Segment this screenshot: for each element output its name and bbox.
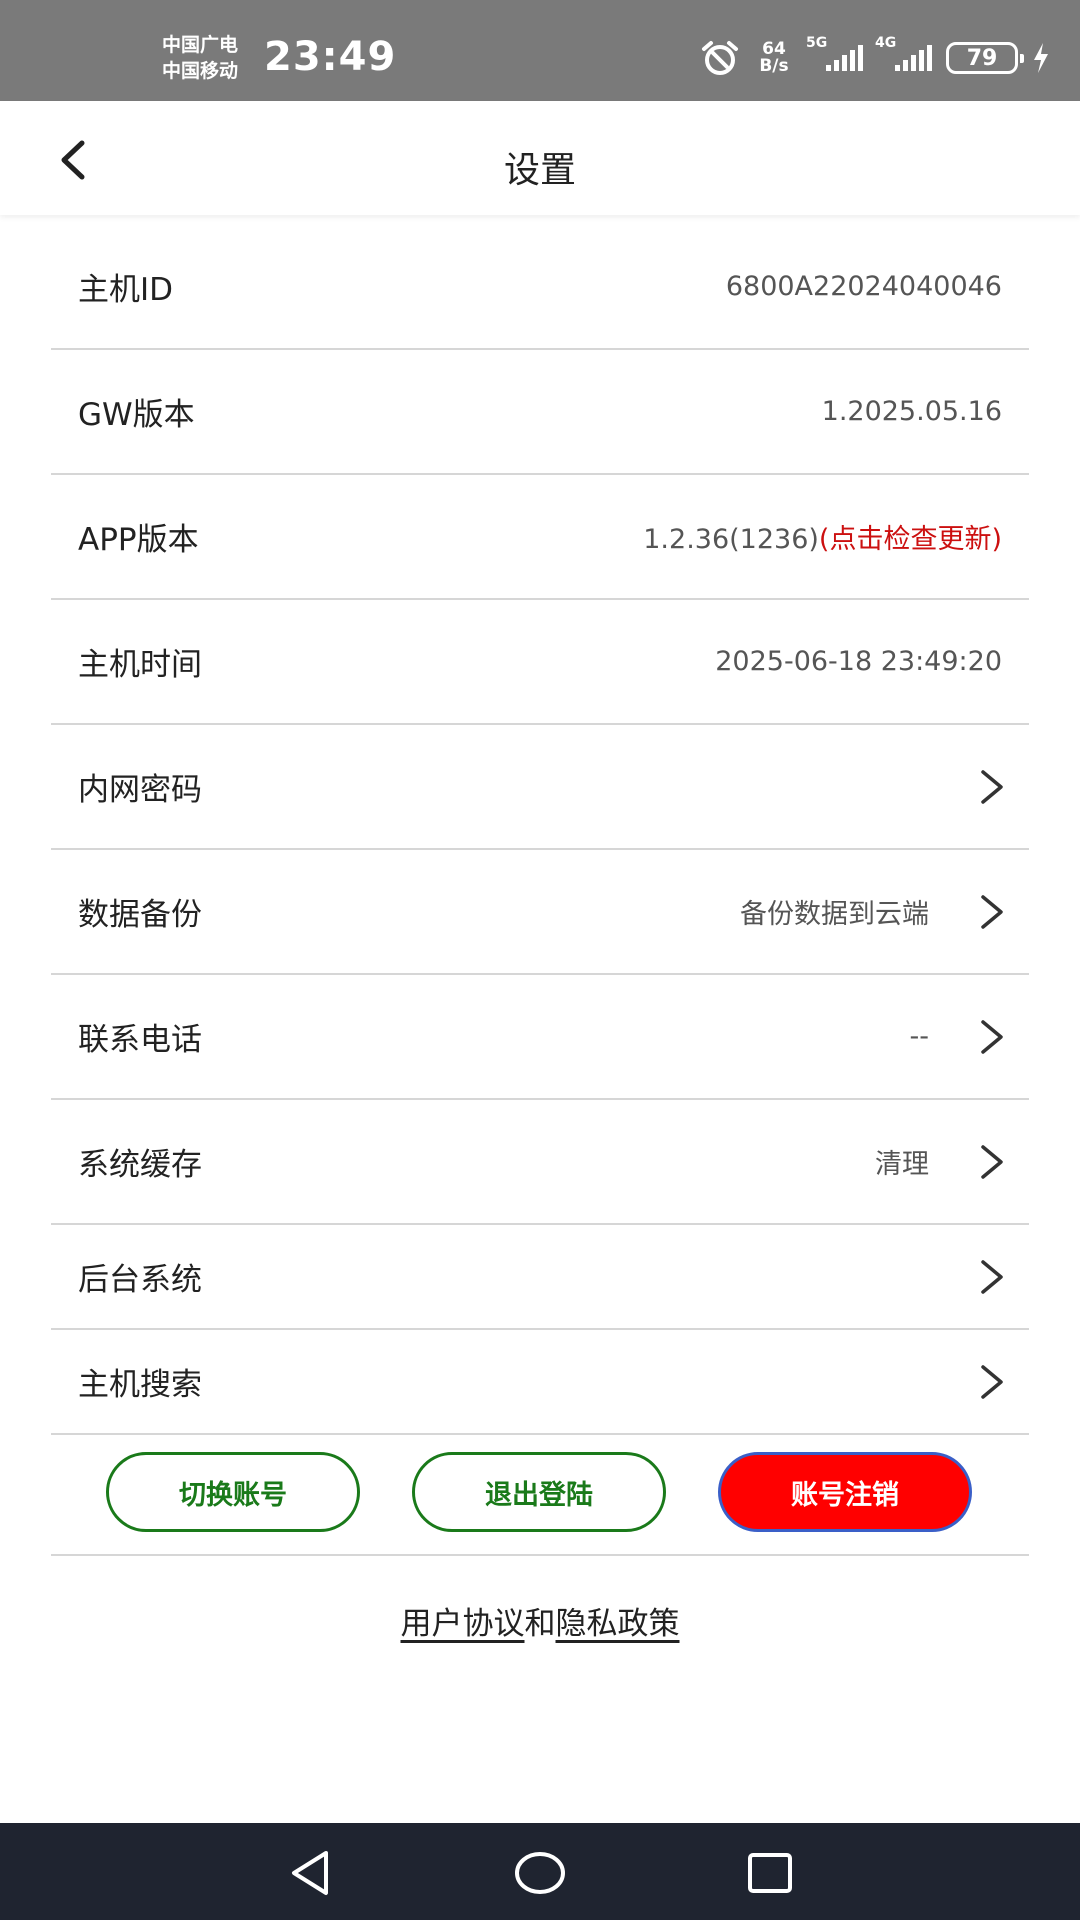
row-label: 主机搜索 <box>78 1367 202 1403</box>
row-value: 清理 <box>875 1149 929 1180</box>
row-value: 2025-06-18 23:49:20 <box>715 646 1002 677</box>
signal-4g-icon: 4G <box>875 35 932 71</box>
carrier-names: 中国广电 中国移动 <box>162 32 238 84</box>
policy-links: 用户协议和隐私政策 <box>0 1598 1080 1643</box>
battery-icon: 79 <box>946 42 1024 74</box>
row-host-time: 主机时间 2025-06-18 23:49:20 <box>51 600 1029 725</box>
row-label: 后台系统 <box>78 1262 202 1298</box>
triangle-back-icon <box>292 1851 328 1895</box>
charging-icon <box>1032 42 1050 74</box>
chevron-right-icon <box>981 1259 1003 1294</box>
nav-home-button[interactable] <box>512 1845 568 1901</box>
user-agreement-link[interactable]: 用户协议 <box>401 1606 525 1642</box>
chevron-right-icon <box>981 1144 1003 1179</box>
row-contact-phone[interactable]: 联系电话 -- <box>51 975 1029 1100</box>
chevron-right-icon <box>981 894 1003 929</box>
logout-button[interactable]: 退出登陆 <box>412 1452 666 1532</box>
row-value: 备份数据到云端 <box>740 899 929 930</box>
policy-conjunction: 和 <box>524 1606 556 1642</box>
row-label: 主机ID <box>78 272 174 308</box>
row-host-id: 主机ID 6800A22024040046 <box>51 225 1029 350</box>
switch-account-button[interactable]: 切换账号 <box>106 1452 360 1532</box>
row-value: 1.2.36(1236)(点击检查更新) <box>643 517 1002 556</box>
app-header: 设置 <box>0 101 1080 215</box>
signal-5g-label: 5G <box>806 35 828 51</box>
carrier-1: 中国广电 <box>162 34 239 56</box>
status-icons: 64 B/s 5G 4G 79 <box>700 35 1050 80</box>
row-value: -- <box>909 1021 930 1052</box>
row-label: 主机时间 <box>78 647 202 683</box>
row-gw-version: GW版本 1.2025.05.16 <box>51 350 1029 475</box>
system-nav-bar <box>0 1823 1080 1920</box>
privacy-policy-link[interactable]: 隐私政策 <box>556 1606 680 1642</box>
row-value: 1.2025.05.16 <box>821 396 1002 427</box>
row-data-backup[interactable]: 数据备份 备份数据到云端 <box>51 850 1029 975</box>
row-label: 数据备份 <box>78 897 202 933</box>
settings-list: 主机ID 6800A22024040046 GW版本 1.2025.05.16 … <box>51 225 1029 1435</box>
check-update-link[interactable]: (点击检查更新) <box>819 524 1002 555</box>
row-label: 内网密码 <box>78 772 202 808</box>
row-host-search[interactable]: 主机搜索 <box>51 1330 1029 1435</box>
delete-account-button[interactable]: 账号注销 <box>718 1452 972 1532</box>
carrier-2: 中国移动 <box>162 60 239 82</box>
signal-5g-icon: 5G <box>806 35 863 71</box>
chevron-right-icon <box>981 1019 1003 1054</box>
row-label: APP版本 <box>78 522 199 558</box>
alarm-icon <box>700 39 740 77</box>
chevron-right-icon <box>981 1364 1003 1399</box>
page-title: 设置 <box>503 150 576 191</box>
chevron-right-icon <box>981 769 1003 804</box>
row-label: 系统缓存 <box>78 1147 202 1183</box>
row-label: 联系电话 <box>78 1022 202 1058</box>
row-label: GW版本 <box>78 397 195 433</box>
row-system-cache[interactable]: 系统缓存 清理 <box>51 1100 1029 1225</box>
row-app-version[interactable]: APP版本 1.2.36(1236)(点击检查更新) <box>51 475 1029 600</box>
net-speed-unit: B/s <box>759 56 789 76</box>
battery-level: 79 <box>966 45 998 71</box>
row-lan-password[interactable]: 内网密码 <box>51 725 1029 850</box>
nav-back-button[interactable] <box>282 1845 338 1901</box>
status-clock: 23:49 <box>264 34 397 80</box>
signal-4g-label: 4G <box>875 35 897 51</box>
net-speed: 64 B/s <box>754 41 794 75</box>
app-version-value: 1.2.36(1236) <box>643 524 819 555</box>
row-admin-system[interactable]: 后台系统 <box>51 1225 1029 1330</box>
account-actions: 切换账号 退出登陆 账号注销 <box>51 1430 1029 1556</box>
square-recents-icon <box>748 1853 792 1893</box>
nav-recents-button[interactable] <box>742 1845 798 1901</box>
circle-home-icon <box>515 1852 565 1894</box>
status-bar: 中国广电 中国移动 23:49 64 B/s 5G 4G 79 <box>0 0 1080 101</box>
row-value: 6800A22024040046 <box>725 271 1002 302</box>
